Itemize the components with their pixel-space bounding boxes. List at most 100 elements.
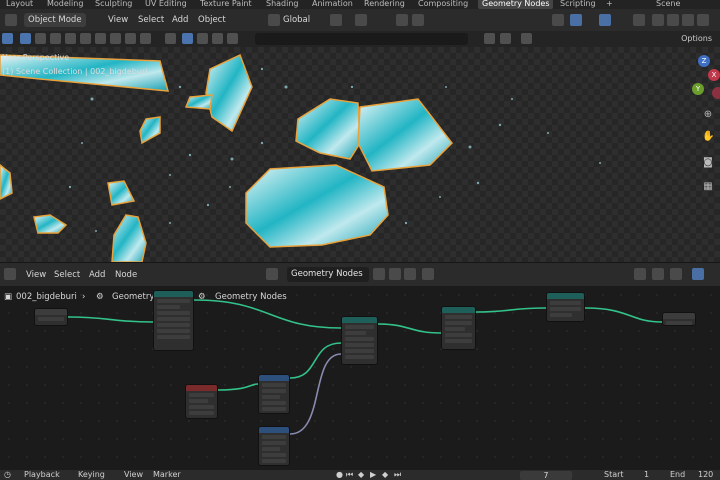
group-output-node[interactable]	[662, 312, 696, 326]
z-axis-icon[interactable]: Z	[698, 55, 710, 67]
pin-icon[interactable]	[422, 268, 434, 280]
menu-select[interactable]: Select	[138, 13, 164, 27]
visibility-icon[interactable]	[552, 14, 564, 26]
timeline-menu-playback[interactable]: Playback	[24, 470, 60, 480]
jump-end-icon[interactable]: ⏭	[394, 470, 401, 480]
shading-rendered-icon[interactable]	[697, 14, 709, 26]
select-subtract-icon[interactable]	[50, 33, 61, 44]
tab-geometry-nodes[interactable]: Geometry Nodes	[478, 0, 554, 9]
display-toggle-icon[interactable]	[212, 33, 223, 44]
jump-start-icon[interactable]: ⏮	[346, 470, 353, 480]
node[interactable]	[185, 384, 218, 419]
node[interactable]	[258, 374, 290, 414]
group-input-node[interactable]	[34, 308, 68, 326]
add-workspace-button[interactable]: +	[606, 0, 613, 9]
tab-layout[interactable]: Layout	[6, 0, 33, 9]
node-menu-select[interactable]: Select	[54, 268, 80, 282]
overlay-toggle-icon[interactable]	[599, 14, 611, 26]
tab-scripting[interactable]: Scripting	[560, 0, 596, 9]
overlay-dropdown-icon[interactable]	[670, 268, 682, 280]
shading-material-icon[interactable]	[682, 14, 694, 26]
camera-icon[interactable]: ◙	[702, 157, 714, 169]
menu-add[interactable]: Add	[172, 13, 188, 27]
tab-rendering[interactable]: Rendering	[364, 0, 405, 9]
y-axis-icon[interactable]: Y	[692, 83, 704, 95]
bookmark-icon[interactable]	[484, 33, 495, 44]
negative-x-axis-icon[interactable]	[712, 87, 720, 99]
color-icon[interactable]	[165, 33, 176, 44]
timeline-menu-marker[interactable]: Marker	[153, 470, 181, 480]
select-invert-icon[interactable]	[65, 33, 76, 44]
tab-texture-paint[interactable]: Texture Paint	[200, 0, 252, 9]
shading-solid-icon[interactable]	[667, 14, 679, 26]
falloff-icon[interactable]	[412, 14, 424, 26]
tab-modeling[interactable]: Modeling	[47, 0, 83, 9]
navigation-gizmo[interactable]: Z X Y	[670, 55, 720, 105]
select-extend-icon[interactable]	[35, 33, 46, 44]
fake-user-shield-icon[interactable]	[373, 268, 385, 280]
close-icon[interactable]	[404, 268, 416, 280]
object-mode-dropdown[interactable]: Object Mode	[24, 13, 86, 27]
menu-view[interactable]: View	[108, 13, 128, 27]
scene-selector[interactable]: Scene	[656, 0, 680, 9]
node[interactable]	[258, 426, 290, 466]
node[interactable]	[546, 292, 585, 322]
editor-type-icon[interactable]	[4, 268, 16, 280]
zoom-icon[interactable]: ⊕	[702, 109, 714, 121]
select-box-icon[interactable]	[20, 33, 31, 44]
tab-sculpting[interactable]: Sculpting	[95, 0, 132, 9]
toggle-icon[interactable]	[500, 33, 511, 44]
node-tree-browse-icon[interactable]	[266, 268, 278, 280]
start-frame-field[interactable]: 1	[644, 470, 649, 480]
node-editor-canvas[interactable]: ▣ 002_bigdeburi › ⚙ GeometryNodes › ⚙ Ge…	[0, 286, 720, 470]
node[interactable]	[153, 290, 194, 351]
transform-orientation-dropdown[interactable]: Global	[283, 13, 310, 27]
tab-shading[interactable]: Shading	[266, 0, 299, 9]
gizmo-toggle-icon[interactable]	[570, 14, 582, 26]
timeline-menu-keying[interactable]: Keying	[78, 470, 105, 480]
display-toggle-icon[interactable]	[182, 33, 193, 44]
node-menu-add[interactable]: Add	[89, 268, 105, 282]
node-menu-view[interactable]: View	[26, 268, 46, 282]
filter-icon[interactable]	[521, 33, 532, 44]
node[interactable]	[441, 306, 476, 350]
proportional-edit-icon[interactable]	[396, 14, 408, 26]
pan-hand-icon[interactable]: ✋	[702, 131, 714, 143]
sidebar-toggle-icon[interactable]	[692, 268, 704, 280]
overlay-icon[interactable]	[652, 268, 664, 280]
tool-option-icon[interactable]	[125, 33, 136, 44]
grid-icon[interactable]: ▦	[702, 181, 714, 193]
pivot-icon[interactable]	[330, 14, 342, 26]
node-menu-node[interactable]: Node	[115, 268, 137, 282]
display-toggle-icon[interactable]	[227, 33, 238, 44]
tab-animation[interactable]: Animation	[312, 0, 353, 9]
snap-icon[interactable]	[355, 14, 367, 26]
xray-icon[interactable]	[633, 14, 645, 26]
duplicate-icon[interactable]	[389, 268, 401, 280]
timeline-menu-view[interactable]: View	[124, 470, 143, 480]
record-icon[interactable]: ●	[336, 470, 343, 480]
editor-type-icon[interactable]	[5, 14, 17, 26]
tab-uv-editing[interactable]: UV Editing	[145, 0, 187, 9]
timeline-editor-icon[interactable]: ◷	[4, 470, 11, 480]
menu-object[interactable]: Object	[198, 13, 226, 27]
next-keyframe-icon[interactable]: ◆	[382, 470, 388, 480]
display-toggle-icon[interactable]	[197, 33, 208, 44]
current-frame-field[interactable]: 7	[520, 471, 572, 480]
shading-wireframe-icon[interactable]	[652, 14, 664, 26]
play-icon[interactable]: ▶	[370, 470, 376, 480]
prev-keyframe-icon[interactable]: ◆	[358, 470, 364, 480]
tab-compositing[interactable]: Compositing	[418, 0, 468, 9]
node[interactable]	[341, 316, 378, 365]
tool-option-icon[interactable]	[110, 33, 121, 44]
x-axis-icon[interactable]: X	[708, 69, 720, 81]
options-dropdown[interactable]: Options	[681, 33, 712, 45]
tool-option-icon[interactable]	[140, 33, 151, 44]
select-tool-icon[interactable]	[2, 33, 13, 44]
tool-option-icon[interactable]	[95, 33, 106, 44]
select-intersect-icon[interactable]	[80, 33, 91, 44]
3d-viewport[interactable]: User Perspective (1) Scene Collection | …	[0, 47, 720, 262]
end-frame-field[interactable]: 120	[698, 470, 713, 480]
search-input[interactable]	[255, 33, 468, 45]
node-tree-name-field[interactable]: Geometry Nodes	[287, 267, 369, 282]
